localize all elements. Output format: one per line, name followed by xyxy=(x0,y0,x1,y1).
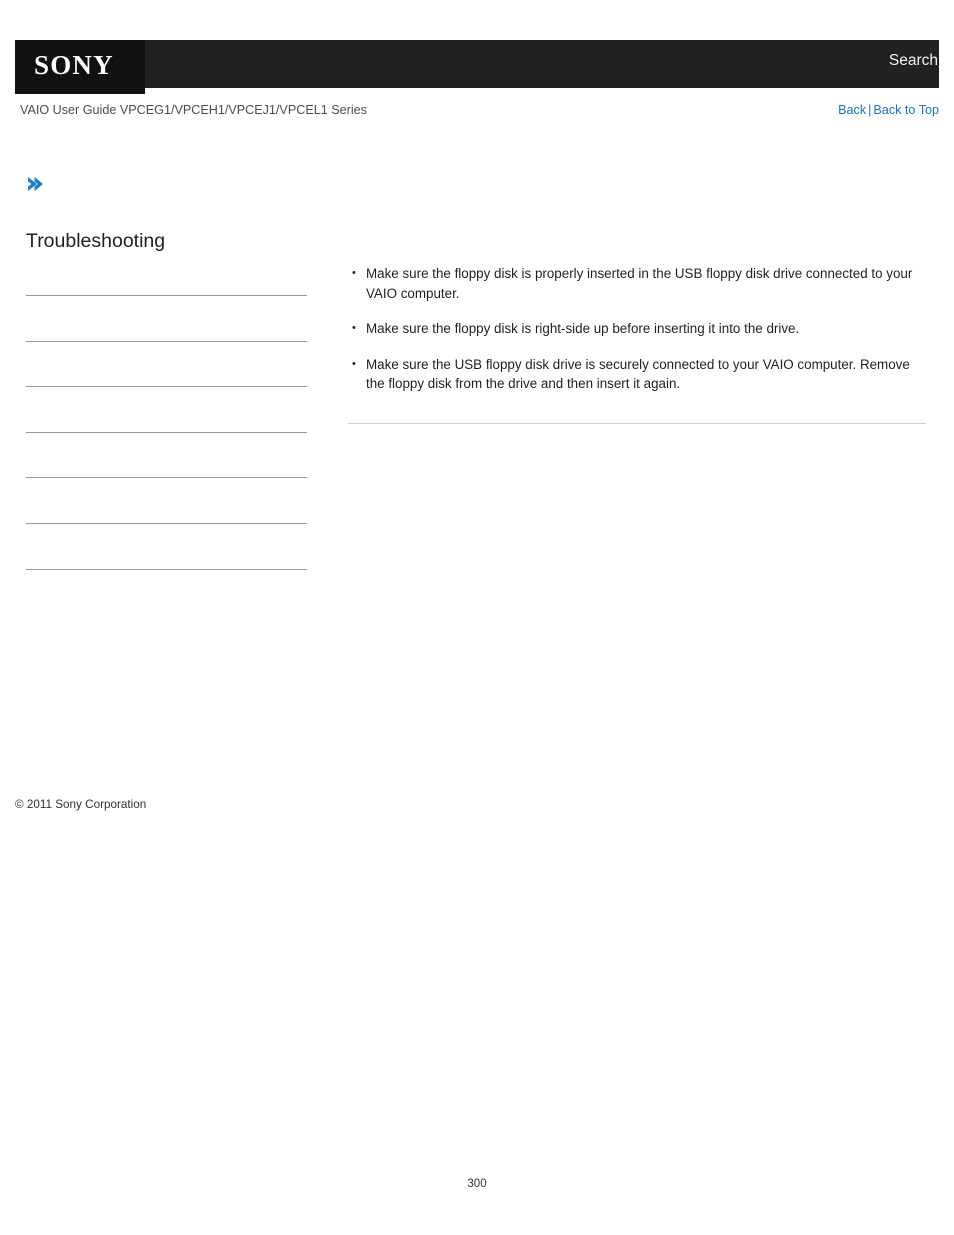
sidebar-item[interactable] xyxy=(26,387,307,433)
subheader: VAIO User Guide VPCEG1/VPCEH1/VPCEJ1/VPC… xyxy=(0,102,954,122)
sidebar-item[interactable] xyxy=(26,478,307,524)
sidebar-item[interactable] xyxy=(26,342,307,388)
nav-links: Back | Back to Top xyxy=(838,102,939,118)
back-to-top-link[interactable]: Back to Top xyxy=(873,103,939,117)
sidebar-nav-list xyxy=(26,262,307,570)
sidebar-item[interactable] xyxy=(26,433,307,479)
back-link[interactable]: Back xyxy=(838,103,866,117)
guide-title: VAIO User Guide VPCEG1/VPCEH1/VPCEJ1/VPC… xyxy=(20,103,367,117)
sidebar-item[interactable] xyxy=(26,262,307,296)
sony-logo[interactable]: SONY xyxy=(34,52,114,79)
sidebar-item[interactable] xyxy=(26,524,307,570)
chevron-right-icon[interactable] xyxy=(25,174,45,194)
list-item: Make sure the floppy disk is right-side … xyxy=(352,318,926,339)
page-title: Troubleshooting xyxy=(26,230,166,252)
page-number: 300 xyxy=(467,1178,487,1190)
content-divider xyxy=(348,422,926,424)
site-header-bar xyxy=(15,40,939,88)
search-link[interactable]: Search xyxy=(889,53,938,69)
troubleshooting-tips-list: Make sure the floppy disk is properly in… xyxy=(348,263,926,394)
main-content: Make sure the floppy disk is properly in… xyxy=(348,263,926,424)
list-item: Make sure the USB floppy disk drive is s… xyxy=(352,354,926,394)
list-item: Make sure the floppy disk is properly in… xyxy=(352,263,926,303)
sidebar-item[interactable] xyxy=(26,296,307,342)
copyright-text: © 2011 Sony Corporation xyxy=(15,798,147,811)
